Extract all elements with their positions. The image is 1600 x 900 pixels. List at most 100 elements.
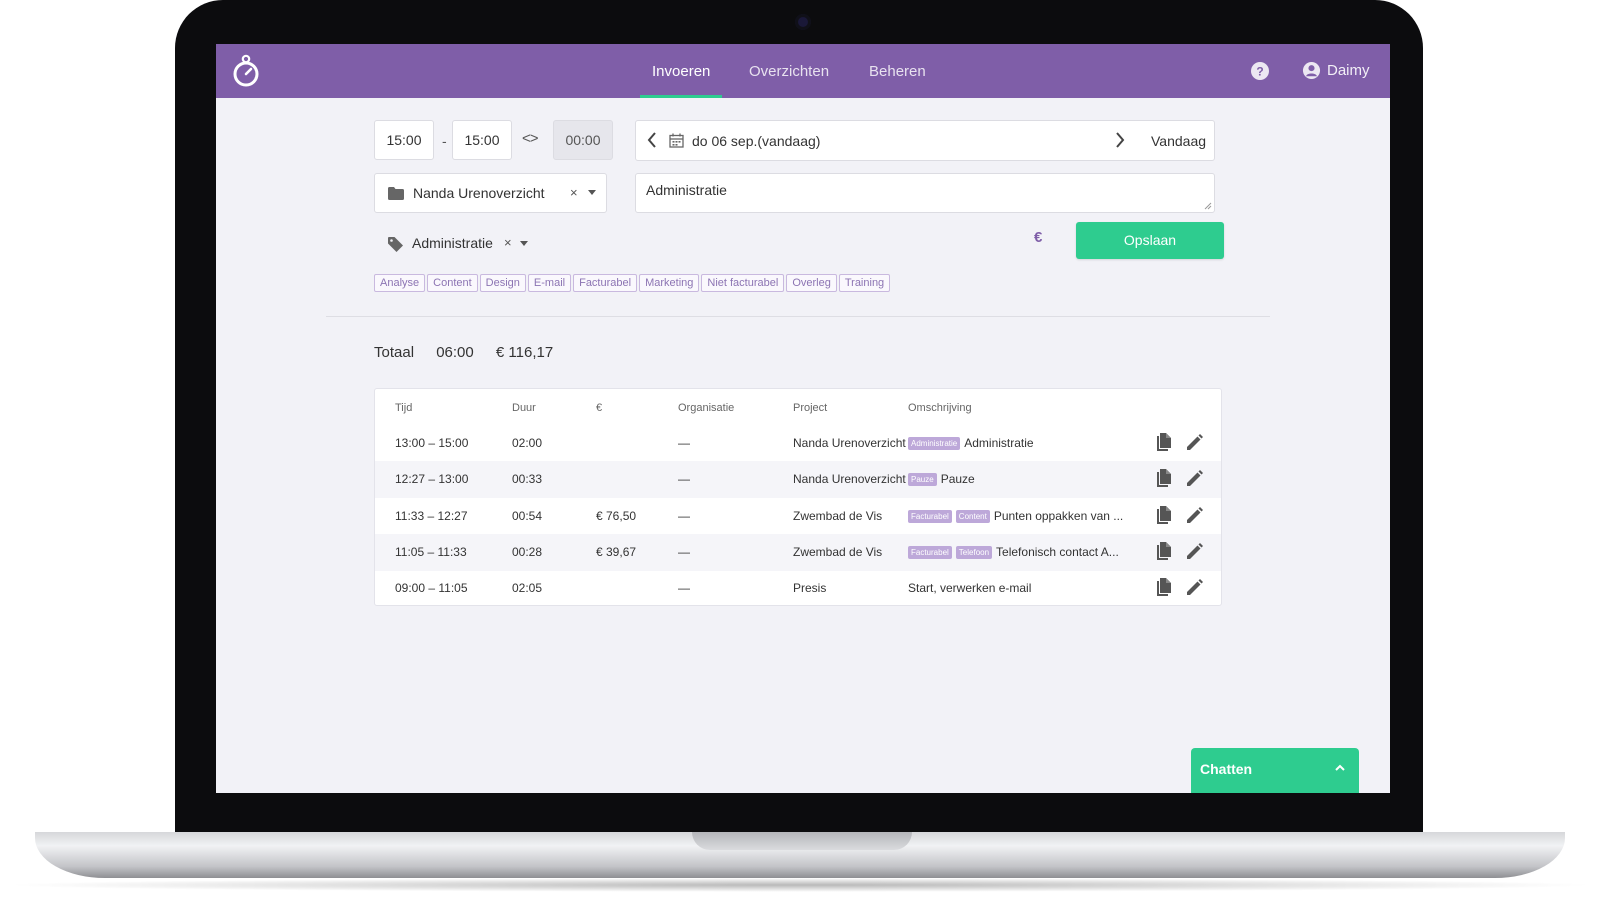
table-row[interactable]: 11:05 – 11:33 00:28 € 39,67 — Zwembad de Vis… xyxy=(375,533,1221,571)
cell-description: Facturabel Telefoon Telefonisch contact A.… xyxy=(908,545,1119,559)
tag-chip[interactable]: Content xyxy=(427,274,478,292)
totals-hours: 06:00 xyxy=(436,344,474,361)
copy-icon[interactable] xyxy=(1155,578,1172,600)
top-navigation-bar: Invoeren Overzichten Beheren ? Daimy xyxy=(216,44,1390,98)
cell-project: Zwembad de Vis xyxy=(793,508,883,523)
entries-table: Tijd Duur € Organisatie Project Omschrij… xyxy=(374,388,1222,606)
user-circle-icon xyxy=(1302,61,1321,80)
tag-value: Administratie xyxy=(412,235,493,251)
col-header-description: Omschrijving xyxy=(908,402,972,414)
table-row[interactable]: 11:33 – 12:27 00:54 € 76,50 — Zwembad de Vis… xyxy=(375,498,1221,535)
cell-amount: € 76,50 xyxy=(596,508,637,523)
cell-organisation: — xyxy=(678,508,690,523)
tag-chip[interactable]: Analyse xyxy=(374,274,426,292)
chat-widget[interactable]: Chatten xyxy=(1191,748,1359,793)
tag-chip[interactable]: Training xyxy=(838,274,891,292)
cell-description: Pauze Pauze xyxy=(908,472,975,487)
webcam xyxy=(795,14,811,30)
edit-icon[interactable] xyxy=(1186,579,1203,599)
user-menu[interactable]: Daimy xyxy=(1302,44,1370,98)
copy-icon[interactable] xyxy=(1155,433,1172,455)
description-input[interactable]: Administratie xyxy=(635,173,1215,213)
laptop-shadow xyxy=(0,878,1600,892)
tag-chip[interactable]: E-mail xyxy=(527,274,572,292)
chevron-up-icon[interactable] xyxy=(1334,763,1346,773)
totals-summary: Totaal 06:00 € 116,17 xyxy=(374,344,571,361)
table-row[interactable]: 12:27 – 13:00 00:33— Nanda Urenoverzicht Pa… xyxy=(375,461,1221,499)
cell-duration: 00:54 xyxy=(512,508,543,523)
col-header-project: Project xyxy=(793,402,828,414)
edit-icon[interactable] xyxy=(1186,506,1203,527)
caret-down-icon[interactable] xyxy=(519,240,529,248)
row-tag: Facturabel xyxy=(908,545,952,559)
edit-icon[interactable] xyxy=(1186,434,1203,454)
copy-icon[interactable] xyxy=(1155,505,1172,528)
swap-times-icon[interactable]: <> xyxy=(522,130,539,147)
project-select[interactable]: Nanda Urenoverzicht × xyxy=(374,173,607,213)
description-text: Pauze xyxy=(940,472,975,487)
nav-overzichten[interactable]: Overzichten xyxy=(737,44,841,98)
calendar-icon[interactable] xyxy=(669,133,684,148)
tag-chip[interactable]: Marketing xyxy=(639,274,700,292)
clear-tag-icon[interactable]: × xyxy=(504,235,512,250)
question-circle-icon[interactable]: ? xyxy=(1250,61,1270,81)
description-text: Administratie xyxy=(964,436,1034,450)
cell-time: 09:00 – 11:05 xyxy=(395,581,468,596)
laptop-notch xyxy=(692,832,912,850)
tag-chip[interactable]: Facturabel xyxy=(573,274,638,292)
clear-project-icon[interactable]: × xyxy=(570,185,578,200)
cell-duration: 00:33 xyxy=(512,472,543,487)
row-tag: Content xyxy=(955,509,990,523)
cell-duration: 02:00 xyxy=(512,436,543,450)
tag-chip[interactable]: Design xyxy=(479,274,526,292)
svg-text:?: ? xyxy=(1256,65,1263,79)
today-button[interactable]: Vandaag xyxy=(1151,133,1206,149)
caret-down-icon[interactable] xyxy=(587,189,597,197)
cell-amount: € 39,67 xyxy=(596,544,637,559)
nav-invoeren[interactable]: Invoeren xyxy=(640,44,723,98)
chevron-left-icon[interactable] xyxy=(646,131,658,149)
cell-project: Zwembad de Vis xyxy=(793,544,883,559)
divider xyxy=(326,316,1270,317)
table-row[interactable]: 13:00 – 15:00 02:00— Nanda Urenoverzicht Ad… xyxy=(375,425,1221,462)
end-time-input[interactable]: 15:00 xyxy=(452,120,512,160)
resize-grip-icon[interactable] xyxy=(1204,202,1212,210)
duration-input[interactable]: 00:00 xyxy=(553,120,613,160)
cell-time: 11:33 – 12:27 xyxy=(395,508,468,523)
save-button[interactable]: Opslaan xyxy=(1076,222,1224,259)
totals-amount: € 116,17 xyxy=(495,344,554,361)
tag-suggestions: Analyse Content Design E-mail Facturabel Mark… xyxy=(374,273,892,292)
row-tag: Facturabel xyxy=(908,509,952,523)
col-header-organisation: Organisatie xyxy=(678,402,735,414)
row-tag: Administratie xyxy=(908,437,961,450)
copy-icon[interactable] xyxy=(1155,469,1172,491)
cell-duration: 00:28 xyxy=(512,544,543,559)
cell-time: 13:00 – 15:00 xyxy=(395,436,469,450)
cell-duration: 02:05 xyxy=(512,581,543,596)
description-text: Telefonisch contact A... xyxy=(996,544,1119,559)
nav-beheren[interactable]: Beheren xyxy=(857,44,938,98)
copy-icon[interactable] xyxy=(1155,541,1172,564)
selected-date[interactable]: do 06 sep.(vandaag) xyxy=(692,133,820,149)
project-value: Nanda Urenoverzicht xyxy=(413,185,545,201)
cell-organisation: — xyxy=(678,544,690,559)
row-tag: Pauze xyxy=(908,473,937,487)
edit-icon[interactable] xyxy=(1186,542,1203,563)
description-value: Administratie xyxy=(646,182,727,198)
cell-time: 12:27 – 13:00 xyxy=(395,472,469,487)
start-time-input[interactable]: 15:00 xyxy=(374,120,434,160)
table-row[interactable]: 09:00 – 11:05 02:05 — Presis Start, verwerke… xyxy=(375,570,1221,607)
cell-description: Facturabel Content Punten oppakken van ... xyxy=(908,509,1123,523)
description-text: Punten oppakken van ... xyxy=(993,508,1124,523)
user-name: Daimy xyxy=(1327,62,1370,79)
tag-icon xyxy=(388,237,403,252)
tag-chip[interactable]: Niet facturabel xyxy=(701,274,785,292)
totals-label: Totaal xyxy=(374,344,415,361)
row-tag: Telefoon xyxy=(955,545,993,559)
edit-icon[interactable] xyxy=(1186,470,1203,490)
tag-chip[interactable]: Overleg xyxy=(786,274,837,292)
cell-time: 11:05 – 11:33 xyxy=(395,544,467,559)
chevron-right-icon[interactable] xyxy=(1114,131,1126,149)
cell-organisation: — xyxy=(678,436,690,450)
billable-euro-toggle[interactable]: € xyxy=(1034,229,1042,246)
